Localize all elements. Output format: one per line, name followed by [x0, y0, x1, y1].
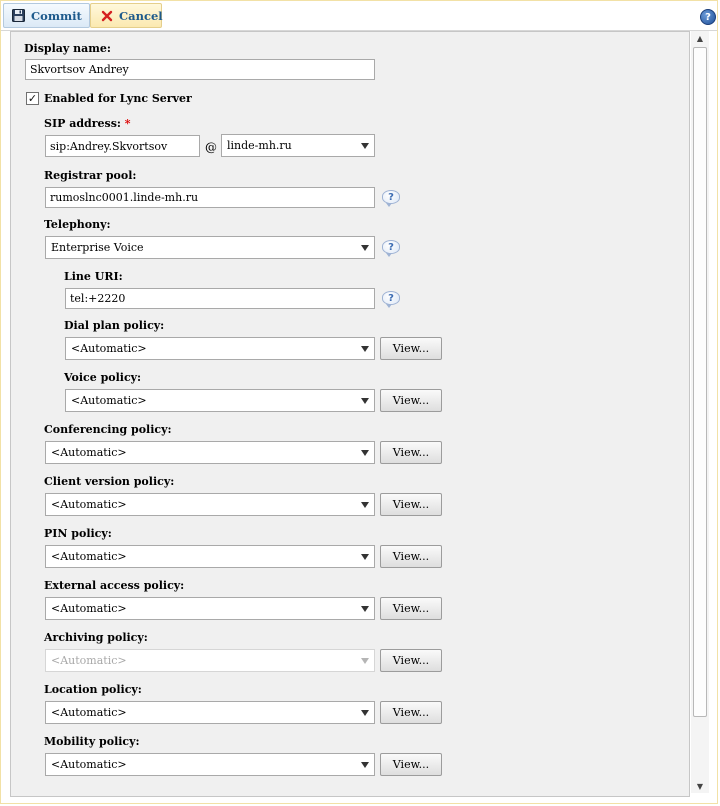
- help-icon[interactable]: ?: [700, 9, 716, 25]
- sip-domain-select[interactable]: linde-mh.ru: [221, 134, 375, 157]
- sip-address-field[interactable]: sip:Andrey.Skvortsov: [45, 135, 200, 157]
- chevron-down-icon: [361, 143, 369, 149]
- help-glyph: ?: [705, 11, 711, 23]
- mobility-policy-select[interactable]: <Automatic>: [45, 753, 375, 776]
- pin-policy-view-button[interactable]: View...: [380, 545, 442, 568]
- scroll-down-arrow[interactable]: ▼: [691, 779, 709, 793]
- sip-address-text: SIP address:: [44, 117, 121, 130]
- voice-policy-select[interactable]: <Automatic>: [65, 389, 375, 412]
- user-edit-window: Commit Cancel ? Display name: Skvortsov …: [0, 0, 718, 804]
- chevron-down-icon: [361, 554, 369, 560]
- vertical-scrollbar[interactable]: ▲ ▼: [691, 31, 709, 793]
- telephony-help-icon[interactable]: ?: [382, 240, 400, 257]
- dial-plan-view-button[interactable]: View...: [380, 337, 442, 360]
- required-mark: *: [124, 117, 131, 130]
- client-version-view-button[interactable]: View...: [380, 493, 442, 516]
- registrar-pool-label: Registrar pool:: [44, 169, 137, 182]
- pin-policy-select[interactable]: <Automatic>: [45, 545, 375, 568]
- commit-label: Commit: [31, 8, 82, 23]
- telephony-select[interactable]: Enterprise Voice: [45, 236, 375, 259]
- check-mark: ✓: [27, 92, 38, 105]
- display-name-label: Display name:: [24, 42, 111, 55]
- line-uri-help-icon[interactable]: ?: [382, 291, 400, 308]
- enabled-lync-label: Enabled for Lync Server: [44, 92, 192, 105]
- location-policy-label: Location policy:: [44, 683, 142, 696]
- line-uri-label: Line URI:: [64, 270, 123, 283]
- chevron-down-icon: [361, 762, 369, 768]
- commit-button[interactable]: Commit: [3, 3, 90, 28]
- mobility-policy-value: <Automatic>: [51, 758, 127, 771]
- pin-policy-label: PIN policy:: [44, 527, 112, 540]
- archiving-policy-label: Archiving policy:: [44, 631, 148, 644]
- location-view-button[interactable]: View...: [380, 701, 442, 724]
- dial-plan-policy-value: <Automatic>: [71, 342, 147, 355]
- client-version-policy-select[interactable]: <Automatic>: [45, 493, 375, 516]
- chevron-down-icon: [361, 450, 369, 456]
- pin-policy-value: <Automatic>: [51, 550, 127, 563]
- voice-policy-view-button[interactable]: View...: [380, 389, 442, 412]
- close-icon: [101, 10, 113, 22]
- chevron-down-icon: [361, 606, 369, 612]
- external-access-policy-label: External access policy:: [44, 579, 185, 592]
- chevron-down-icon: [361, 502, 369, 508]
- save-icon: [12, 9, 25, 22]
- cancel-label: Cancel: [119, 8, 163, 23]
- sip-domain-value: linde-mh.ru: [227, 139, 292, 152]
- help-glyph: ?: [388, 241, 394, 253]
- chevron-down-icon: [361, 658, 369, 664]
- enabled-lync-checkbox[interactable]: ✓: [26, 92, 39, 105]
- sip-address-label: SIP address: *: [44, 117, 131, 130]
- location-policy-select[interactable]: <Automatic>: [45, 701, 375, 724]
- at-sign: @: [205, 140, 217, 154]
- registrar-pool-field[interactable]: rumoslnc0001.linde-mh.ru: [45, 187, 375, 208]
- cancel-button[interactable]: Cancel: [90, 3, 163, 28]
- archiving-policy-select: <Automatic>: [45, 649, 375, 672]
- client-version-policy-value: <Automatic>: [51, 498, 127, 511]
- display-name-field[interactable]: Skvortsov Andrey: [25, 59, 375, 80]
- toolbar: Commit Cancel ?: [1, 1, 717, 31]
- conferencing-policy-label: Conferencing policy:: [44, 423, 172, 436]
- external-access-policy-select[interactable]: <Automatic>: [45, 597, 375, 620]
- scroll-thumb[interactable]: [693, 47, 707, 717]
- mobility-policy-label: Mobility policy:: [44, 735, 140, 748]
- form-panel: Display name: Skvortsov Andrey ✓ Enabled…: [10, 31, 690, 797]
- voice-policy-label: Voice policy:: [64, 371, 142, 384]
- help-glyph: ?: [388, 292, 394, 304]
- external-access-view-button[interactable]: View...: [380, 597, 442, 620]
- line-uri-field[interactable]: tel:+2220: [65, 288, 375, 309]
- telephony-value: Enterprise Voice: [51, 241, 144, 254]
- conferencing-policy-select[interactable]: <Automatic>: [45, 441, 375, 464]
- chevron-down-icon: [361, 710, 369, 716]
- registrar-pool-help-icon[interactable]: ?: [382, 190, 400, 207]
- conferencing-policy-value: <Automatic>: [51, 446, 127, 459]
- telephony-label: Telephony:: [44, 218, 111, 231]
- conferencing-view-button[interactable]: View...: [380, 441, 442, 464]
- help-glyph: ?: [388, 191, 394, 203]
- chevron-down-icon: [361, 398, 369, 404]
- chevron-down-icon: [361, 245, 369, 251]
- dial-plan-policy-select[interactable]: <Automatic>: [65, 337, 375, 360]
- location-policy-value: <Automatic>: [51, 706, 127, 719]
- external-access-policy-value: <Automatic>: [51, 602, 127, 615]
- archiving-view-button[interactable]: View...: [380, 649, 442, 672]
- client-version-policy-label: Client version policy:: [44, 475, 175, 488]
- archiving-policy-value: <Automatic>: [51, 654, 127, 667]
- chevron-down-icon: [361, 346, 369, 352]
- scroll-up-arrow[interactable]: ▲: [691, 31, 709, 45]
- voice-policy-value: <Automatic>: [71, 394, 147, 407]
- mobility-view-button[interactable]: View...: [380, 753, 442, 776]
- dial-plan-policy-label: Dial plan policy:: [64, 319, 165, 332]
